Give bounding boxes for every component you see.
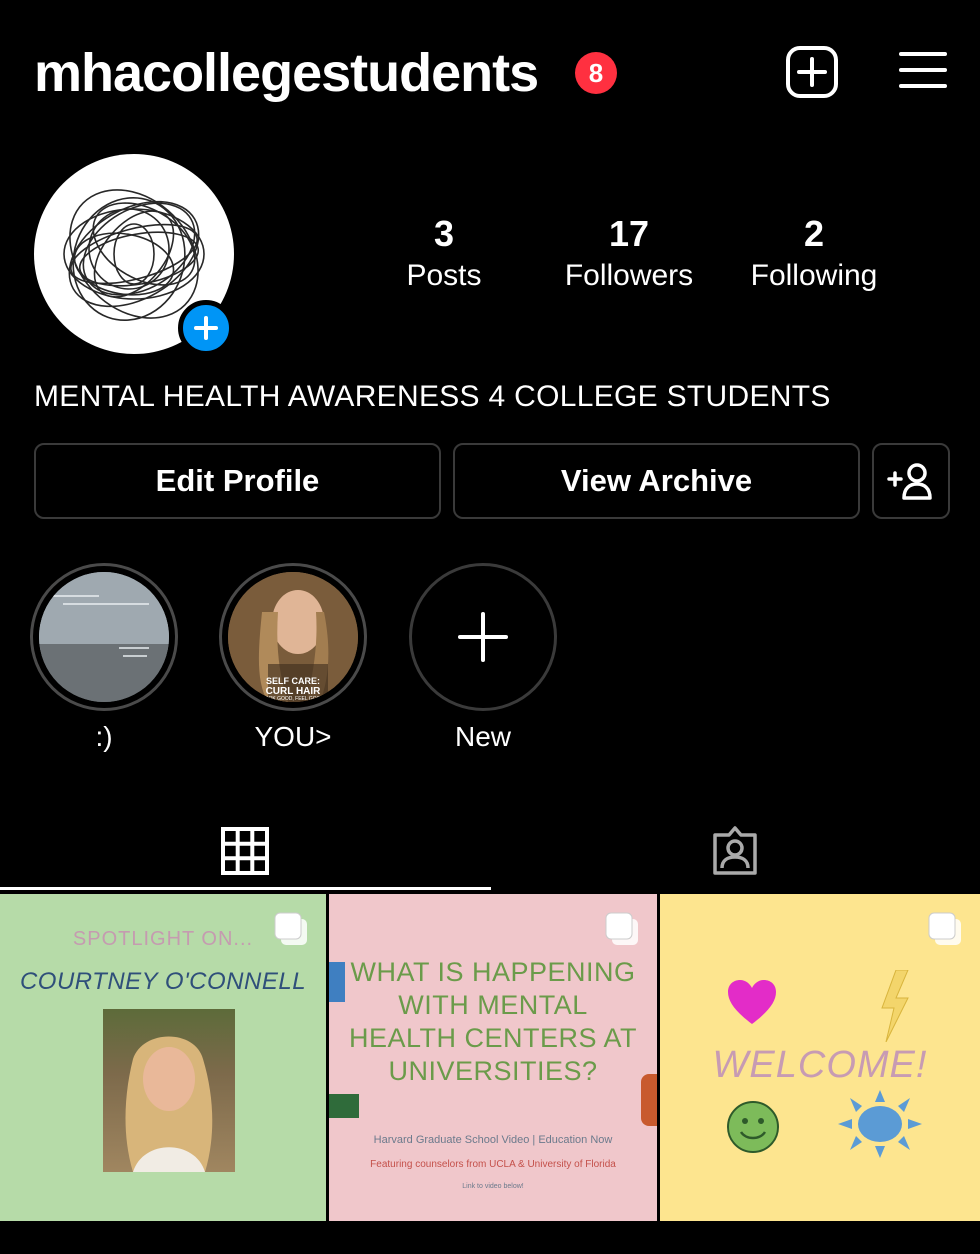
tagged-person-icon (713, 826, 757, 875)
highlight-caption: New (454, 721, 511, 752)
grid-icon (221, 827, 269, 875)
posts-stat[interactable]: 3 Posts (384, 212, 504, 296)
tab-grid[interactable] (0, 812, 490, 890)
post-thumbnail[interactable]: SPOTLIGHT ON... COURTNEY O'CONNELL (0, 894, 326, 1221)
add-person-icon (887, 463, 932, 500)
plus-circle-icon (194, 316, 218, 340)
post-subtitle: Harvard Graduate School Video | Educatio… (373, 1134, 613, 1146)
post-photo (103, 1009, 235, 1172)
post-title: WHAT IS HAPPENING WITH MENTAL HEALTH CEN… (329, 956, 657, 1088)
highlight-ring: SELF CARE: CURL HAIR LOOK GOOD, FEEL GOO… (219, 563, 367, 711)
following-label: Following (750, 259, 878, 292)
lightning-icon (881, 970, 909, 1042)
posts-label: Posts (406, 259, 482, 292)
highlight-caption: YOU> (254, 721, 332, 752)
highlight-ring (30, 563, 178, 711)
highlight-cover: SELF CARE: CURL HAIR LOOK GOOD, FEEL GOO… (228, 572, 358, 702)
new-highlight-button[interactable]: New (409, 563, 557, 755)
highlight-overlay-line: LOOK GOOD, FEEL GOOD (261, 696, 325, 702)
post-title-line: HEALTH CENTERS AT (348, 1023, 638, 1053)
post-subtitle: Featuring counselors from UCLA & Univers… (370, 1159, 616, 1170)
highlight-overlay-line: SELF CARE: (266, 676, 320, 686)
edit-profile-button[interactable]: Edit Profile (34, 443, 441, 519)
multiple-images-icon (605, 912, 638, 945)
notification-badge[interactable]: 8 (575, 52, 617, 94)
post-text: COURTNEY O'CONNELL (19, 968, 307, 995)
highlight-item[interactable]: :) (30, 563, 178, 755)
posts-count: 3 (433, 213, 455, 254)
post-text: SPOTLIGHT ON... (72, 928, 254, 950)
post-title-line: WITH MENTAL (398, 990, 588, 1020)
followers-label: Followers (564, 259, 694, 292)
following-count: 2 (803, 213, 825, 254)
profile-bio: MENTAL HEALTH AWARENESS 4 COLLEGE STUDEN… (34, 380, 831, 413)
post-title-line: UNIVERSITIES? (388, 1056, 598, 1086)
view-archive-button[interactable]: View Archive (453, 443, 860, 519)
paper-note-icon (39, 572, 169, 702)
profile-username[interactable]: mhacollegestudents (34, 40, 539, 106)
plus-icon (458, 612, 508, 662)
highlight-item[interactable]: SELF CARE: CURL HAIR LOOK GOOD, FEEL GOO… (219, 563, 367, 755)
post-text: WELCOME! (712, 1044, 928, 1086)
highlight-caption: :) (95, 721, 113, 752)
active-tab-indicator (0, 887, 491, 890)
plus-square-icon (786, 46, 838, 98)
following-stat[interactable]: 2 Following (734, 212, 894, 296)
post-sticker (329, 1094, 359, 1118)
post-thumbnail[interactable]: WHAT IS HAPPENING WITH MENTAL HEALTH CEN… (329, 894, 657, 1221)
followers-stat[interactable]: 17 Followers (549, 212, 709, 296)
smiley-icon (727, 1101, 779, 1153)
menu-button[interactable] (898, 50, 948, 90)
followers-count: 17 (608, 213, 650, 254)
tab-tagged[interactable] (490, 812, 980, 890)
highlight-cover (39, 572, 169, 702)
new-post-button[interactable] (784, 44, 840, 100)
sun-icon (838, 1090, 922, 1158)
post-subtitle: Link to video below! (462, 1183, 524, 1190)
heart-icon (728, 980, 776, 1024)
add-story-button[interactable] (178, 300, 234, 356)
multiple-images-icon (928, 912, 961, 945)
post-thumbnail[interactable]: WELCOME! (660, 894, 980, 1221)
post-title-line: WHAT IS HAPPENING (350, 957, 636, 987)
highlight-ring (409, 563, 557, 711)
hamburger-menu-icon (899, 52, 947, 88)
discover-people-button[interactable] (872, 443, 950, 519)
